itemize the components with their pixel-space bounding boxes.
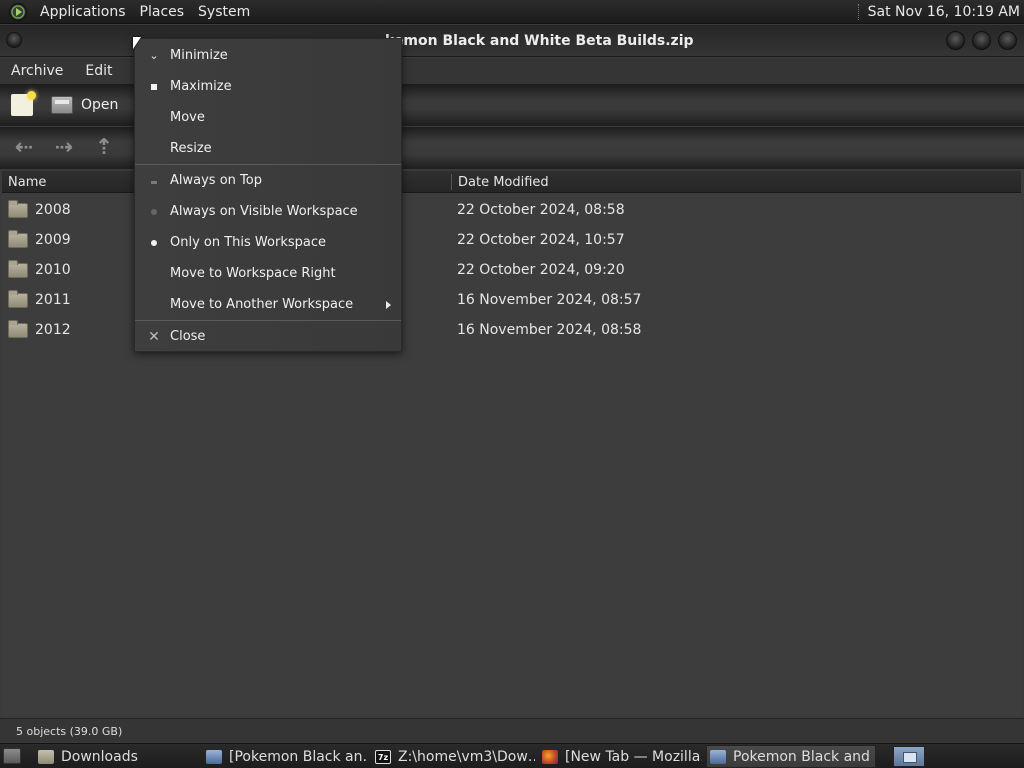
- column-separator[interactable]: [451, 174, 452, 190]
- folder-icon: [8, 260, 28, 278]
- file-name: 2010: [35, 262, 71, 278]
- menu-item-label: Move to Another Workspace: [170, 297, 354, 312]
- task-archive-active[interactable]: Pokemon Black and …: [706, 745, 876, 768]
- maximize-icon: [147, 80, 161, 93]
- show-desktop-icon[interactable]: [3, 748, 21, 764]
- task-label: Downloads: [61, 748, 138, 765]
- menu-item-always-on-top[interactable]: Always on Top: [135, 165, 401, 196]
- menu-item-label: Always on Top: [170, 173, 262, 188]
- system-menu[interactable]: System: [191, 4, 257, 20]
- menu-item-move-workspace-right[interactable]: Move to Workspace Right: [135, 258, 401, 289]
- clock[interactable]: Sat Nov 16, 10:19 AM: [868, 4, 1024, 20]
- places-menu[interactable]: Places: [133, 4, 192, 20]
- forward-arrow-icon[interactable]: ⇢: [52, 137, 76, 159]
- task-label: Pokemon Black and …: [733, 748, 876, 765]
- menu-item-resize[interactable]: Resize: [135, 133, 401, 164]
- new-archive-button[interactable]: [11, 91, 36, 116]
- up-arrow-icon[interactable]: ⇡: [92, 137, 116, 159]
- file-name: 2011: [35, 292, 71, 308]
- file-name: 2009: [35, 232, 71, 248]
- task-label: Z:\home\vm3\Dow…: [398, 748, 535, 765]
- menu-item-label: Move to Workspace Right: [170, 266, 336, 281]
- submenu-arrow-icon: [386, 300, 391, 309]
- archive-manager-icon: [710, 749, 726, 764]
- top-panel: Applications Places System Sat Nov 16, 1…: [0, 0, 1024, 24]
- maximize-button[interactable]: [972, 31, 991, 50]
- close-button[interactable]: [998, 31, 1017, 50]
- folder-icon: [8, 200, 28, 218]
- menu-item-maximize[interactable]: Maximize: [135, 71, 401, 102]
- status-text: 5 objects (39.0 GB): [16, 725, 123, 738]
- menu-item-label: Maximize: [170, 79, 232, 94]
- menu-item-move[interactable]: Move: [135, 102, 401, 133]
- menu-item-label: Close: [170, 329, 206, 344]
- task-archive-1[interactable]: [Pokemon Black an…: [206, 745, 368, 768]
- minimize-icon: ⌄: [149, 49, 159, 62]
- window-menu-button[interactable]: [6, 32, 22, 48]
- radio-on-icon: [147, 236, 161, 249]
- menu-edit[interactable]: Edit: [74, 63, 123, 79]
- menu-item-move-another-workspace[interactable]: Move to Another Workspace: [135, 289, 401, 320]
- task-firefox[interactable]: [New Tab — Mozilla…: [542, 745, 702, 768]
- bottom-taskbar: Downloads [Pokemon Black an… 7z Z:\home\…: [0, 743, 1024, 768]
- archive-manager-icon: [206, 749, 222, 764]
- folder-icon: [38, 749, 54, 764]
- file-date: 22 October 2024, 08:58: [457, 202, 625, 218]
- open-button-label: Open: [81, 97, 119, 113]
- window-title: kemon Black and White Beta Builds.zip: [385, 33, 694, 49]
- task-label: [Pokemon Black an…: [229, 748, 368, 765]
- open-archive-icon: [51, 96, 73, 114]
- menu-item-always-visible-workspace[interactable]: Always on Visible Workspace: [135, 196, 401, 227]
- status-bar: 5 objects (39.0 GB): [0, 718, 1024, 742]
- folder-icon: [8, 290, 28, 308]
- folder-icon: [8, 230, 28, 248]
- menu-item-close[interactable]: ✕ Close: [135, 321, 401, 352]
- file-name: 2008: [35, 202, 71, 218]
- back-arrow-icon[interactable]: ⇠: [12, 137, 36, 159]
- task-downloads[interactable]: Downloads: [38, 745, 198, 768]
- task-label: [New Tab — Mozilla…: [565, 748, 702, 765]
- 7zip-icon: 7z: [375, 749, 391, 764]
- column-name-header[interactable]: Name: [8, 175, 46, 190]
- firefox-icon: [542, 749, 558, 764]
- unchecked-icon: [147, 174, 161, 187]
- menu-item-label: Resize: [170, 141, 212, 156]
- window-menu: ⌄ Minimize Maximize Move Resize Always o…: [134, 38, 402, 352]
- panel-handle: [857, 3, 862, 20]
- mouse-cursor-icon: [133, 37, 141, 49]
- menu-item-label: Only on This Workspace: [170, 235, 326, 250]
- file-date: 16 November 2024, 08:58: [457, 322, 642, 338]
- minimize-button[interactable]: [946, 31, 965, 50]
- menu-item-label: Minimize: [170, 48, 228, 63]
- menu-item-only-this-workspace[interactable]: Only on This Workspace: [135, 227, 401, 258]
- main-menu-logo-icon[interactable]: [9, 2, 27, 21]
- file-name: 2012: [35, 322, 71, 338]
- menu-archive[interactable]: Archive: [0, 63, 74, 79]
- radio-off-icon: [147, 205, 161, 218]
- menu-item-minimize[interactable]: ⌄ Minimize: [135, 40, 401, 71]
- menu-item-label: Move: [170, 110, 205, 125]
- new-archive-icon: [11, 91, 36, 116]
- close-icon: ✕: [148, 328, 160, 345]
- workspace-switcher[interactable]: [893, 746, 925, 767]
- applications-menu[interactable]: Applications: [33, 4, 133, 20]
- file-date: 22 October 2024, 09:20: [457, 262, 625, 278]
- menu-item-label: Always on Visible Workspace: [170, 204, 358, 219]
- file-date: 22 October 2024, 10:57: [457, 232, 625, 248]
- column-date-header[interactable]: Date Modified: [458, 175, 549, 190]
- file-date: 16 November 2024, 08:57: [457, 292, 642, 308]
- task-7zip[interactable]: 7z Z:\home\vm3\Dow…: [375, 745, 535, 768]
- folder-icon: [8, 320, 28, 338]
- open-button[interactable]: Open: [51, 96, 118, 114]
